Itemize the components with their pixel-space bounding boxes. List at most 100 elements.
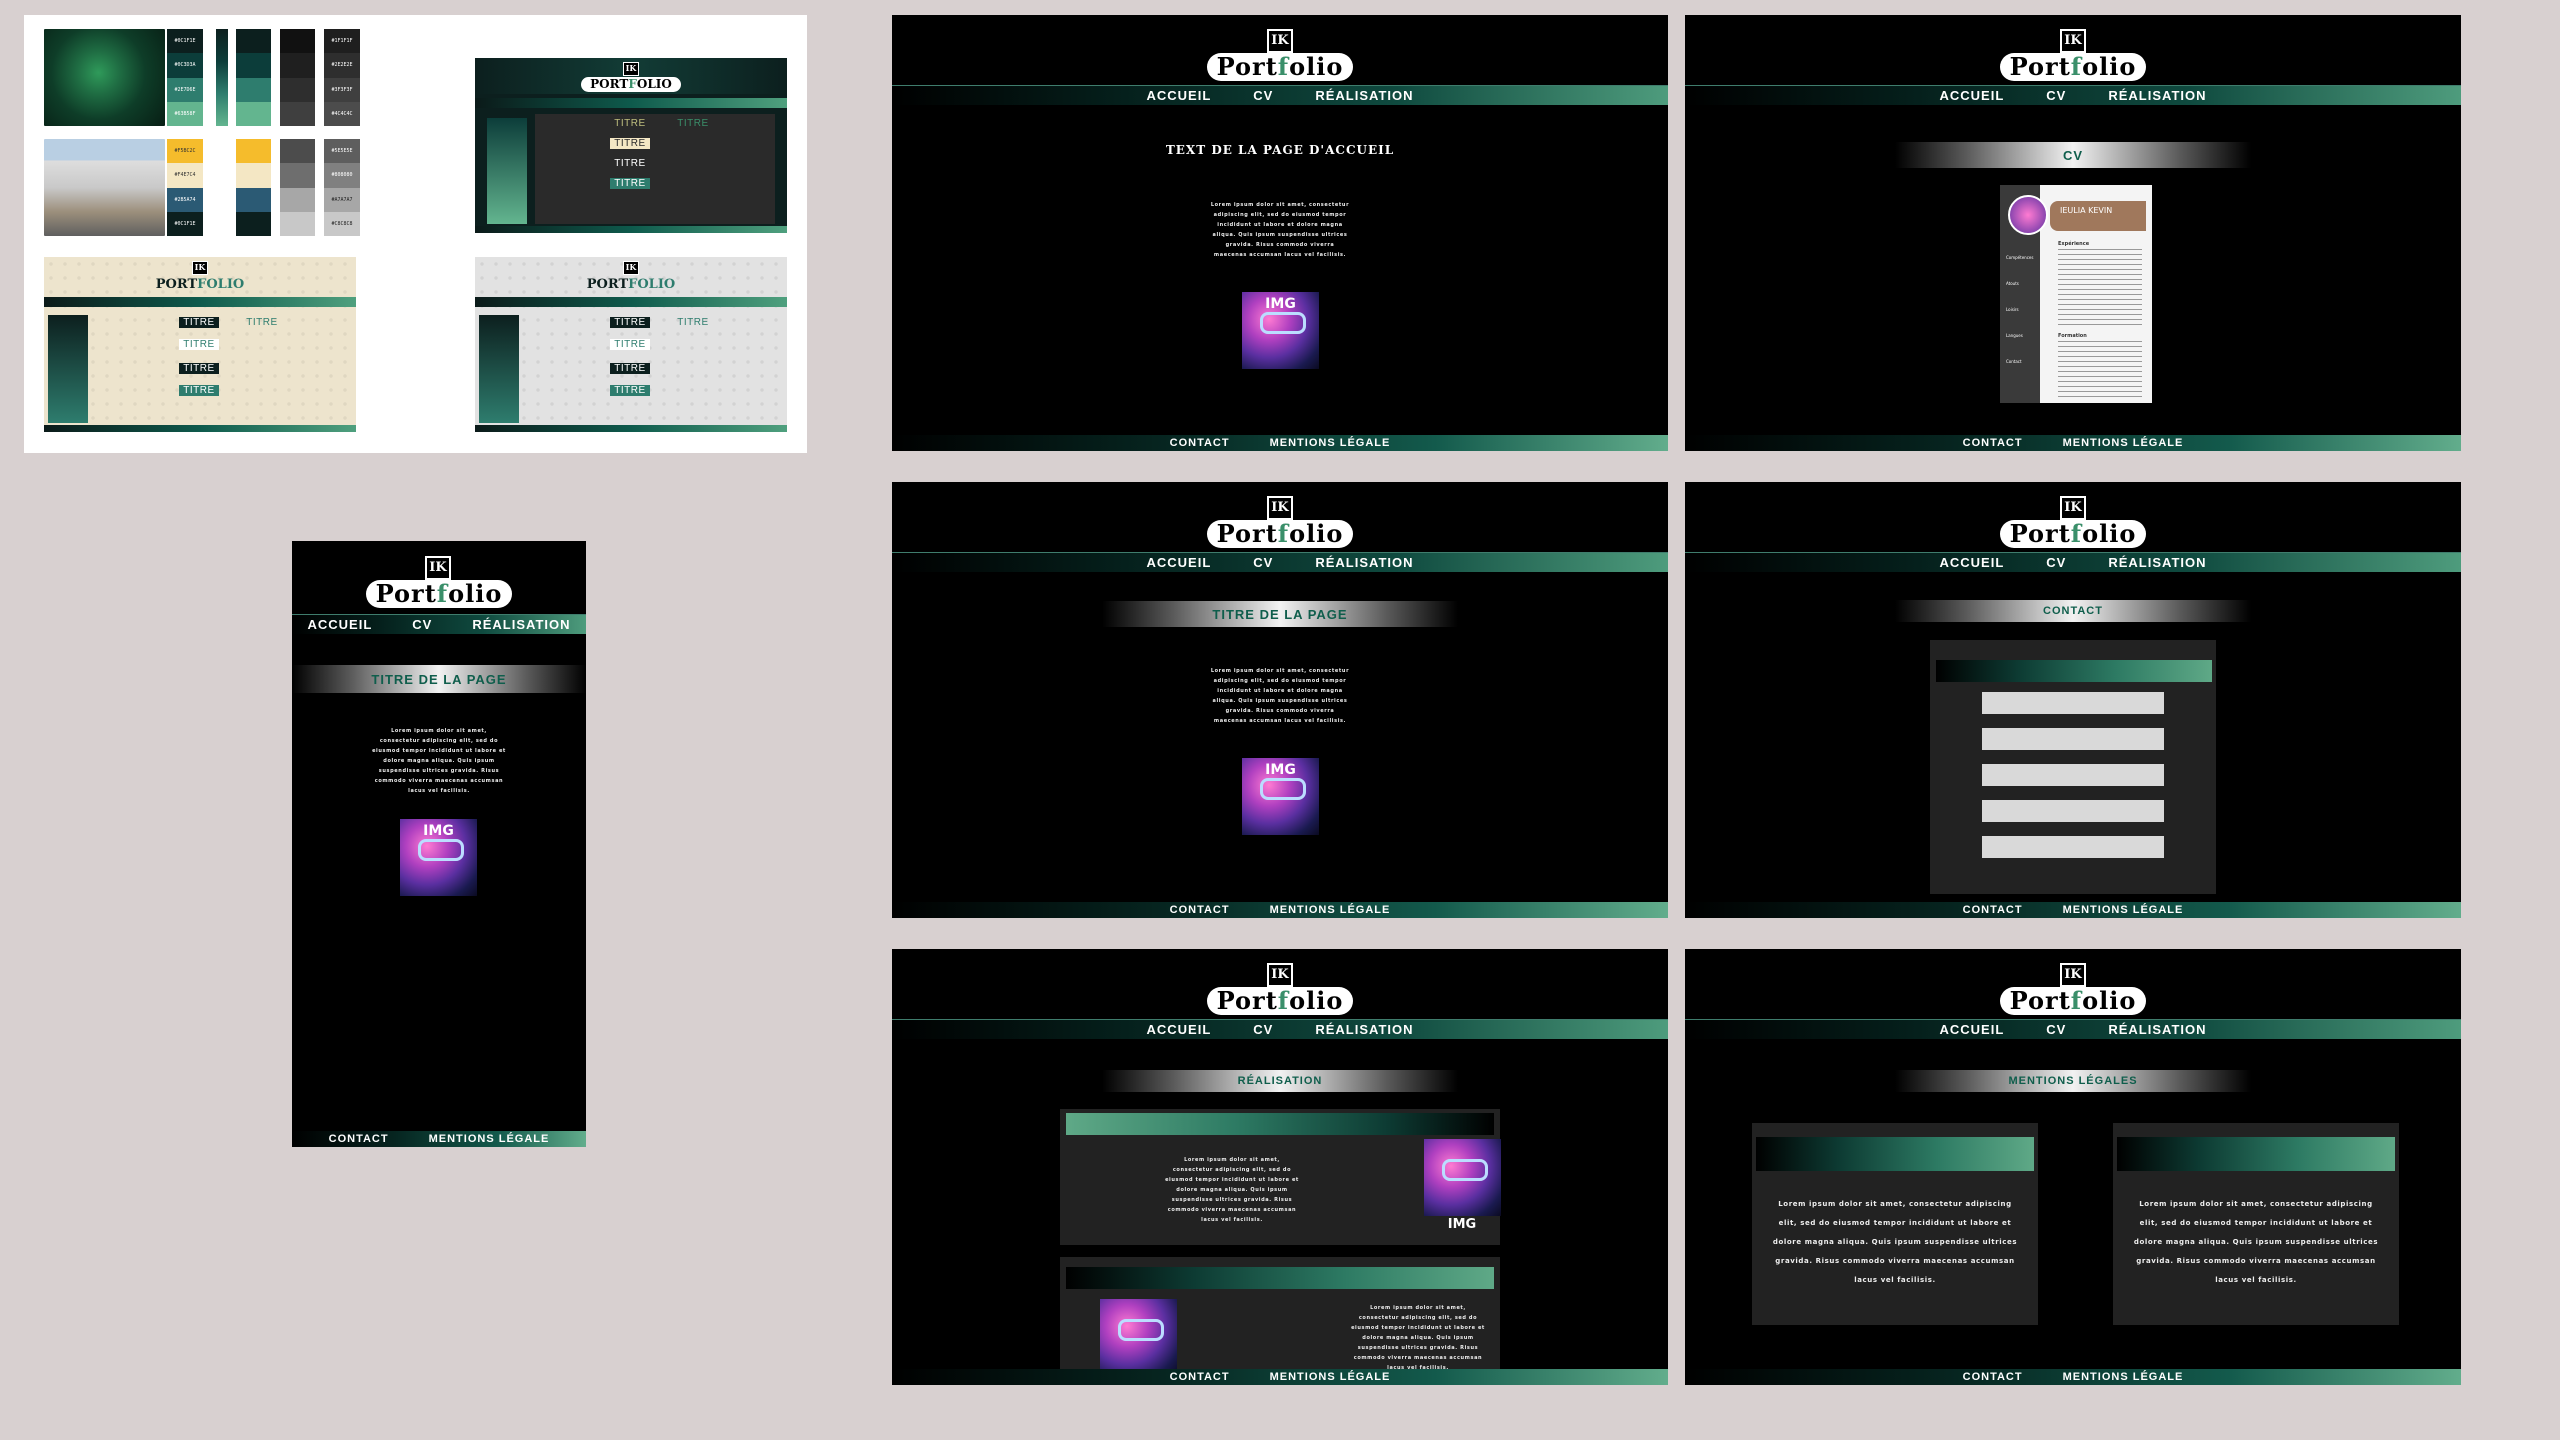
nav-realisation[interactable]: RÉALISATION bbox=[2108, 88, 2206, 103]
logo: Portfolio bbox=[1180, 987, 1380, 1015]
logo-box: IK bbox=[2060, 963, 2086, 987]
footer-contact[interactable]: CONTACT bbox=[1170, 904, 1230, 916]
color-code: #2E7D6E bbox=[167, 77, 203, 102]
nav-accueil[interactable]: ACCUEIL bbox=[1147, 88, 1212, 103]
logo-box: IK bbox=[2060, 29, 2086, 53]
image-placeholder: IMG bbox=[1242, 758, 1319, 835]
nav-cv[interactable]: CV bbox=[1253, 88, 1273, 103]
nav-cv[interactable]: CV bbox=[2046, 555, 2066, 570]
nav-realisation[interactable]: RÉALISATION bbox=[1315, 555, 1413, 570]
page-title-bar: TITRE DE LA PAGE bbox=[292, 665, 586, 693]
footer-contact[interactable]: CONTACT bbox=[329, 1133, 389, 1145]
footer-contact[interactable]: CONTACT bbox=[1963, 904, 2023, 916]
form-field-3[interactable] bbox=[1982, 764, 2164, 786]
mini-logo-box: IK bbox=[623, 261, 639, 275]
footer-legal[interactable]: MENTIONS LÉGALE bbox=[2063, 1371, 2184, 1383]
page-title-bar: MENTIONS LÉGALES bbox=[1895, 1070, 2251, 1092]
nav-accueil[interactable]: ACCUEIL bbox=[1940, 555, 2005, 570]
footer-contact[interactable]: CONTACT bbox=[1963, 437, 2023, 449]
nav-bar: ACCUEIL CV RÉALISATION bbox=[1685, 1019, 2461, 1039]
gold-swatches bbox=[236, 139, 271, 236]
color-code: #C8C8C8 bbox=[324, 211, 360, 236]
footer-legal[interactable]: MENTIONS LÉGALE bbox=[429, 1133, 550, 1145]
color-code: #2E2E2E bbox=[324, 53, 360, 78]
cv-document[interactable]: IEULIA KEVIN Compétences Atouts Loisirs Lan… bbox=[2000, 185, 2152, 403]
mini-sidebar bbox=[479, 315, 519, 423]
nav-accueil[interactable]: ACCUEIL bbox=[1940, 1022, 2005, 1037]
house-code-column: #F5BC2C #F4E7C4 #2B5A74 #0C1F1E bbox=[167, 139, 203, 236]
nav-cv[interactable]: CV bbox=[1253, 1022, 1273, 1037]
logo: Portfolio bbox=[1180, 520, 1380, 548]
nav-accueil[interactable]: ACCUEIL bbox=[1147, 1022, 1212, 1037]
project-card-2[interactable]: Lorem ipsum dolor sit amet, consectetur … bbox=[1060, 1257, 1500, 1385]
lorem-text: Lorem ipsum dolor sit amet, consectetur … bbox=[2133, 1200, 2379, 1284]
nav-realisation[interactable]: RÉALISATION bbox=[1315, 1022, 1413, 1037]
nav-accueil[interactable]: ACCUEIL bbox=[1147, 555, 1212, 570]
logo-box: IK bbox=[1267, 29, 1293, 53]
footer-legal[interactable]: MENTIONS LÉGALE bbox=[1270, 904, 1391, 916]
nav-bar: ACCUEIL CV RÉALISATION bbox=[1685, 85, 2461, 105]
logo-box: IK bbox=[2060, 496, 2086, 520]
mini-title: TITRE bbox=[677, 117, 709, 129]
nav-cv[interactable]: CV bbox=[412, 617, 432, 632]
page-title: RÉALISATION bbox=[1237, 1075, 1323, 1087]
nav-bar: ACCUEIL CV RÉALISATION bbox=[892, 85, 1668, 105]
logo: Portfolio bbox=[349, 580, 529, 608]
mini-dark-mockup: IK PORTFOLIO TITRE TITRE TITRE TITRE TIT… bbox=[475, 58, 787, 233]
generic-page-mockup: IK Portfolio ACCUEIL CV RÉALISATION TITR… bbox=[892, 482, 1668, 918]
nav-cv[interactable]: CV bbox=[2046, 1022, 2066, 1037]
footer-contact[interactable]: CONTACT bbox=[1170, 1371, 1230, 1383]
nav-accueil[interactable]: ACCUEIL bbox=[1940, 88, 2005, 103]
mobile-mockup: IK Portfolio ACCUEIL CV RÉALISATION TITR… bbox=[292, 541, 586, 1147]
image-placeholder: IMG bbox=[1242, 292, 1319, 369]
page-title: TITRE DE LA PAGE bbox=[371, 671, 507, 687]
footer-legal[interactable]: MENTIONS LÉGALE bbox=[2063, 904, 2184, 916]
mini-sidebar bbox=[48, 315, 88, 423]
page-title: TITRE DE LA PAGE bbox=[1212, 606, 1348, 622]
lorem-text: Lorem ipsum dolor sit amet, consectetur … bbox=[1772, 1200, 2018, 1284]
image-placeholder bbox=[1424, 1139, 1501, 1216]
nav-realisation[interactable]: RÉALISATION bbox=[2108, 1022, 2206, 1037]
form-field-5[interactable] bbox=[1982, 836, 2164, 858]
footer-bar: CONTACT MENTIONS LÉGALE bbox=[892, 1369, 1668, 1385]
form-header-bar bbox=[1936, 660, 2212, 682]
nav-realisation[interactable]: RÉALISATION bbox=[1315, 88, 1413, 103]
footer-contact[interactable]: CONTACT bbox=[1963, 1371, 2023, 1383]
mini-logo-box: IK bbox=[623, 62, 639, 76]
color-code: #63B58F bbox=[167, 101, 203, 126]
footer-bar: CONTACT MENTIONS LÉGALE bbox=[1685, 902, 2461, 918]
leaf-photo bbox=[44, 29, 165, 126]
nav-cv[interactable]: CV bbox=[2046, 88, 2066, 103]
nav-accueil[interactable]: ACCUEIL bbox=[308, 617, 373, 632]
mini-title: TITRE bbox=[610, 317, 650, 328]
nav-realisation[interactable]: RÉALISATION bbox=[472, 617, 570, 632]
form-field-2[interactable] bbox=[1982, 728, 2164, 750]
nav-realisation[interactable]: RÉALISATION bbox=[2108, 555, 2206, 570]
legal-card-1: Lorem ipsum dolor sit amet, consectetur … bbox=[1752, 1123, 2038, 1325]
footer-legal[interactable]: MENTIONS LÉGALE bbox=[1270, 437, 1391, 449]
mini-title: TITRE bbox=[179, 363, 219, 374]
footer-legal[interactable]: MENTIONS LÉGALE bbox=[1270, 1371, 1391, 1383]
lorem-text: Lorem ipsum dolor sit amet, consectetur … bbox=[1210, 202, 1350, 258]
card-header-bar bbox=[1066, 1267, 1494, 1289]
footer-bar: CONTACT MENTIONS LÉGALE bbox=[1685, 1369, 2461, 1385]
mini-title: TITRE bbox=[614, 158, 646, 169]
form-field-4[interactable] bbox=[1982, 800, 2164, 822]
cv-left-sections: Compétences Atouts Loisirs Langues Contact bbox=[2006, 255, 2034, 364]
footer-legal[interactable]: MENTIONS LÉGALE bbox=[2063, 437, 2184, 449]
contact-form bbox=[1930, 640, 2216, 894]
color-code: #F4E7C4 bbox=[167, 163, 203, 188]
logo-box: IK bbox=[1267, 963, 1293, 987]
project-card-1[interactable]: Lorem ipsum dolor sit amet, consectetur … bbox=[1060, 1109, 1501, 1245]
form-field-1[interactable] bbox=[1982, 692, 2164, 714]
home-mockup: IK Portfolio ACCUEIL CV RÉALISATION TEXT… bbox=[892, 15, 1668, 451]
footer-contact[interactable]: CONTACT bbox=[1170, 437, 1230, 449]
mini-logo-box: IK bbox=[192, 261, 208, 275]
nav-cv[interactable]: CV bbox=[1253, 555, 1273, 570]
leaf-code-column: #0C1F1E #0C3D3A #2E7D6E #63B58F bbox=[167, 29, 203, 126]
logo: Portfolio bbox=[1973, 53, 2173, 81]
mini-title: TITRE bbox=[246, 317, 278, 328]
green-gradient-bar bbox=[216, 29, 228, 126]
grey-code-column-2: #5E5E5E #808080 #A7A7A7 #C8C8C8 bbox=[324, 139, 360, 236]
mini-grey-mockup: IK PORTFOLIO TITRE TITRE TITRE TITRE TIT… bbox=[475, 257, 787, 432]
